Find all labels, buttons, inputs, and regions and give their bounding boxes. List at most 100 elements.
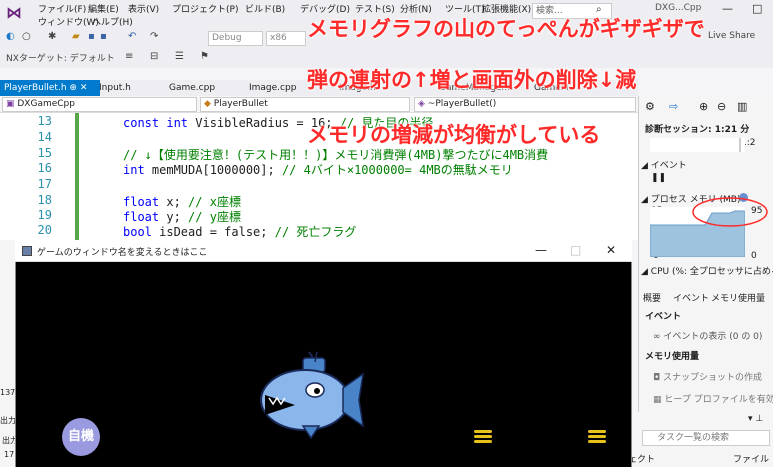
code-comment: // ↓【使用要注意！(テスト用！！)】メモリ消費弾(4MB)撃つたびに4MB消… [123,148,549,162]
code-text: x; [166,195,189,209]
maximize-button[interactable]: □ [752,2,762,15]
column-file[interactable]: ファイル [733,452,769,465]
new-project-icon[interactable]: ✱ [48,31,56,42]
code-text: memMUDA[1000000]; [151,163,282,177]
code-keyword: bool [123,225,160,239]
highlight-circle [692,197,768,227]
snapshot-label: スナップショットの作成 [662,373,762,383]
menu-build[interactable]: ビルド(B) [245,2,285,15]
save-all-icon[interactable]: ▪ [100,31,107,42]
task-search-input[interactable]: タスク一覧の検索 [642,430,770,446]
heap-icon: ▦ [653,395,665,405]
camera-icon: ◘ [653,373,663,383]
bullet-sprite [474,430,492,443]
code-line[interactable]: bool isDead = false; // 死亡フラグ [123,223,356,240]
code-comment: // x座標 [188,195,241,209]
menu-project[interactable]: プロジェクト(P) [172,2,238,15]
chart-icon[interactable]: ▥ [737,100,747,113]
memory-axis-min-right: 0 [751,251,757,261]
line-number: 13 [37,114,52,128]
platform-dropdown[interactable]: x86 [266,31,306,46]
code-keyword: float [123,210,167,224]
player-sprite: 自機 [62,418,100,456]
scope-dropdown[interactable]: ◆ PlayerBullet [200,97,410,112]
game-window-title: ゲームのウィンドウ名を変えるときはここ [37,248,208,258]
code-comment: // y座標 [188,210,241,224]
pin-icon[interactable]: ⊕ [69,83,77,93]
tab-overview[interactable]: 概要 [643,291,661,304]
menu-window[interactable]: ウィンドウ(W) [38,15,99,28]
memory-section-title: メモリ使用量 [645,352,700,362]
tab-input-h[interactable]: Input.h [95,80,135,96]
timeline-ruler [650,138,745,152]
menu-file[interactable]: ファイル(F) [38,2,86,15]
code-keyword: int [123,163,152,177]
line-number: 15 [37,146,52,160]
bookmark-icon[interactable]: ⚑ [200,51,209,62]
live-share-button[interactable]: Live Share [708,31,755,41]
events-header[interactable]: ◢ イベント [641,158,687,171]
heap-profile-toggle[interactable]: ▦ ヒープ プロファイルを有効に [653,392,773,405]
line-number: 17 [37,177,52,191]
tab-game-cpp[interactable]: Game.cpp [165,80,219,96]
link-icon: ∞ [653,332,664,342]
annotation-ellipse [692,197,768,227]
column-project[interactable]: ェクト [628,452,655,465]
tab-label: PlayerBullet.h [4,83,67,93]
tab-memory-usage[interactable]: メモリ使用量 [711,291,765,304]
show-events-link[interactable]: ∞ イベントの表示 (0 の 0) [653,329,762,342]
zoom-out-icon[interactable]: ⊖ [717,100,726,113]
menu-edit[interactable]: 編集(E) [88,2,119,15]
menu-view[interactable]: 表示(V) [128,2,159,15]
menu-help[interactable]: ヘルプ(H) [92,15,133,28]
format-icon[interactable]: ≡ [125,51,133,62]
export-icon[interactable]: ⇨ [669,100,678,113]
annotation-line-3: メモリの増減が均衡がしている [307,123,601,147]
back-arrow-icon[interactable]: ◐ [6,31,15,42]
minimize-button[interactable]: — [722,2,733,15]
pin-icon[interactable]: ▾ ⊥ [748,414,763,424]
annotation-line-2: 弾の連射の↑増と画面外の削除↓減 [307,68,637,92]
code-keyword: float [123,195,167,209]
cpu-header[interactable]: ◢ CPU (%: 全プロセッサに占める... [641,264,773,277]
class-icon: ◆ [204,99,214,109]
game-minimize-button[interactable]: — [535,243,547,257]
project-dropdown[interactable]: ▣ DXGameCpp [2,97,197,112]
code-text: y; [166,210,189,224]
indent-icon[interactable]: ☰ [175,51,184,62]
tab-events[interactable]: イベント [673,291,709,304]
method-icon: ◈ [418,99,428,109]
nx-target-dropdown[interactable]: NXターゲット: デフォルト [6,51,115,64]
game-close-button[interactable]: ✕ [606,243,616,257]
open-folder-icon[interactable]: ▰ [72,31,80,42]
project-icon: ▣ [6,99,18,109]
member-label: ~PlayerBullet() [427,99,497,109]
game-maximize-button[interactable]: □ [570,243,581,257]
line-number: 20 [37,223,52,237]
output-panel-edge: 137 出力 出力 17 [0,240,18,467]
annotation-line-1: メモリグラフの山のてっぺんがギザギザで [307,17,705,41]
member-dropdown[interactable]: ◈ ~PlayerBullet() [414,97,636,112]
config-dropdown[interactable]: Debug [208,31,263,46]
events-section-title: イベント [645,312,682,322]
undo-icon[interactable]: ↶ [128,31,136,42]
redo-icon[interactable]: ↷ [150,31,158,42]
game-app-icon [22,246,32,256]
save-icon[interactable]: ▪ [88,31,95,42]
heap-profile-label: ヒープ プロファイルを有効に [664,395,773,405]
line-number: 19 [37,208,52,222]
tab-playerbullet-h[interactable]: PlayerBullet.h ⊕ ✕ [0,80,100,96]
close-icon[interactable]: ✕ [80,83,88,93]
tab-image-cpp[interactable]: Image.cpp [245,80,300,96]
code-line[interactable]: int memMUDA[1000000]; // 4バイト×1000000= 4… [123,161,513,178]
pause-icon[interactable]: ❚❚ [651,173,666,183]
comment-icon[interactable]: ⊟ [150,51,158,62]
output-line: 17 [4,450,15,459]
settings-icon[interactable]: ⚙ [645,100,655,113]
forward-arrow-icon[interactable]: ○ [22,31,31,42]
zoom-in-icon[interactable]: ⊕ [699,100,708,113]
take-snapshot-button[interactable]: ◘ スナップショットの作成 [653,370,762,383]
code-keyword: const int [123,116,196,130]
output-label: 出力 [0,416,16,425]
project-label: DXGameCpp [17,99,75,109]
